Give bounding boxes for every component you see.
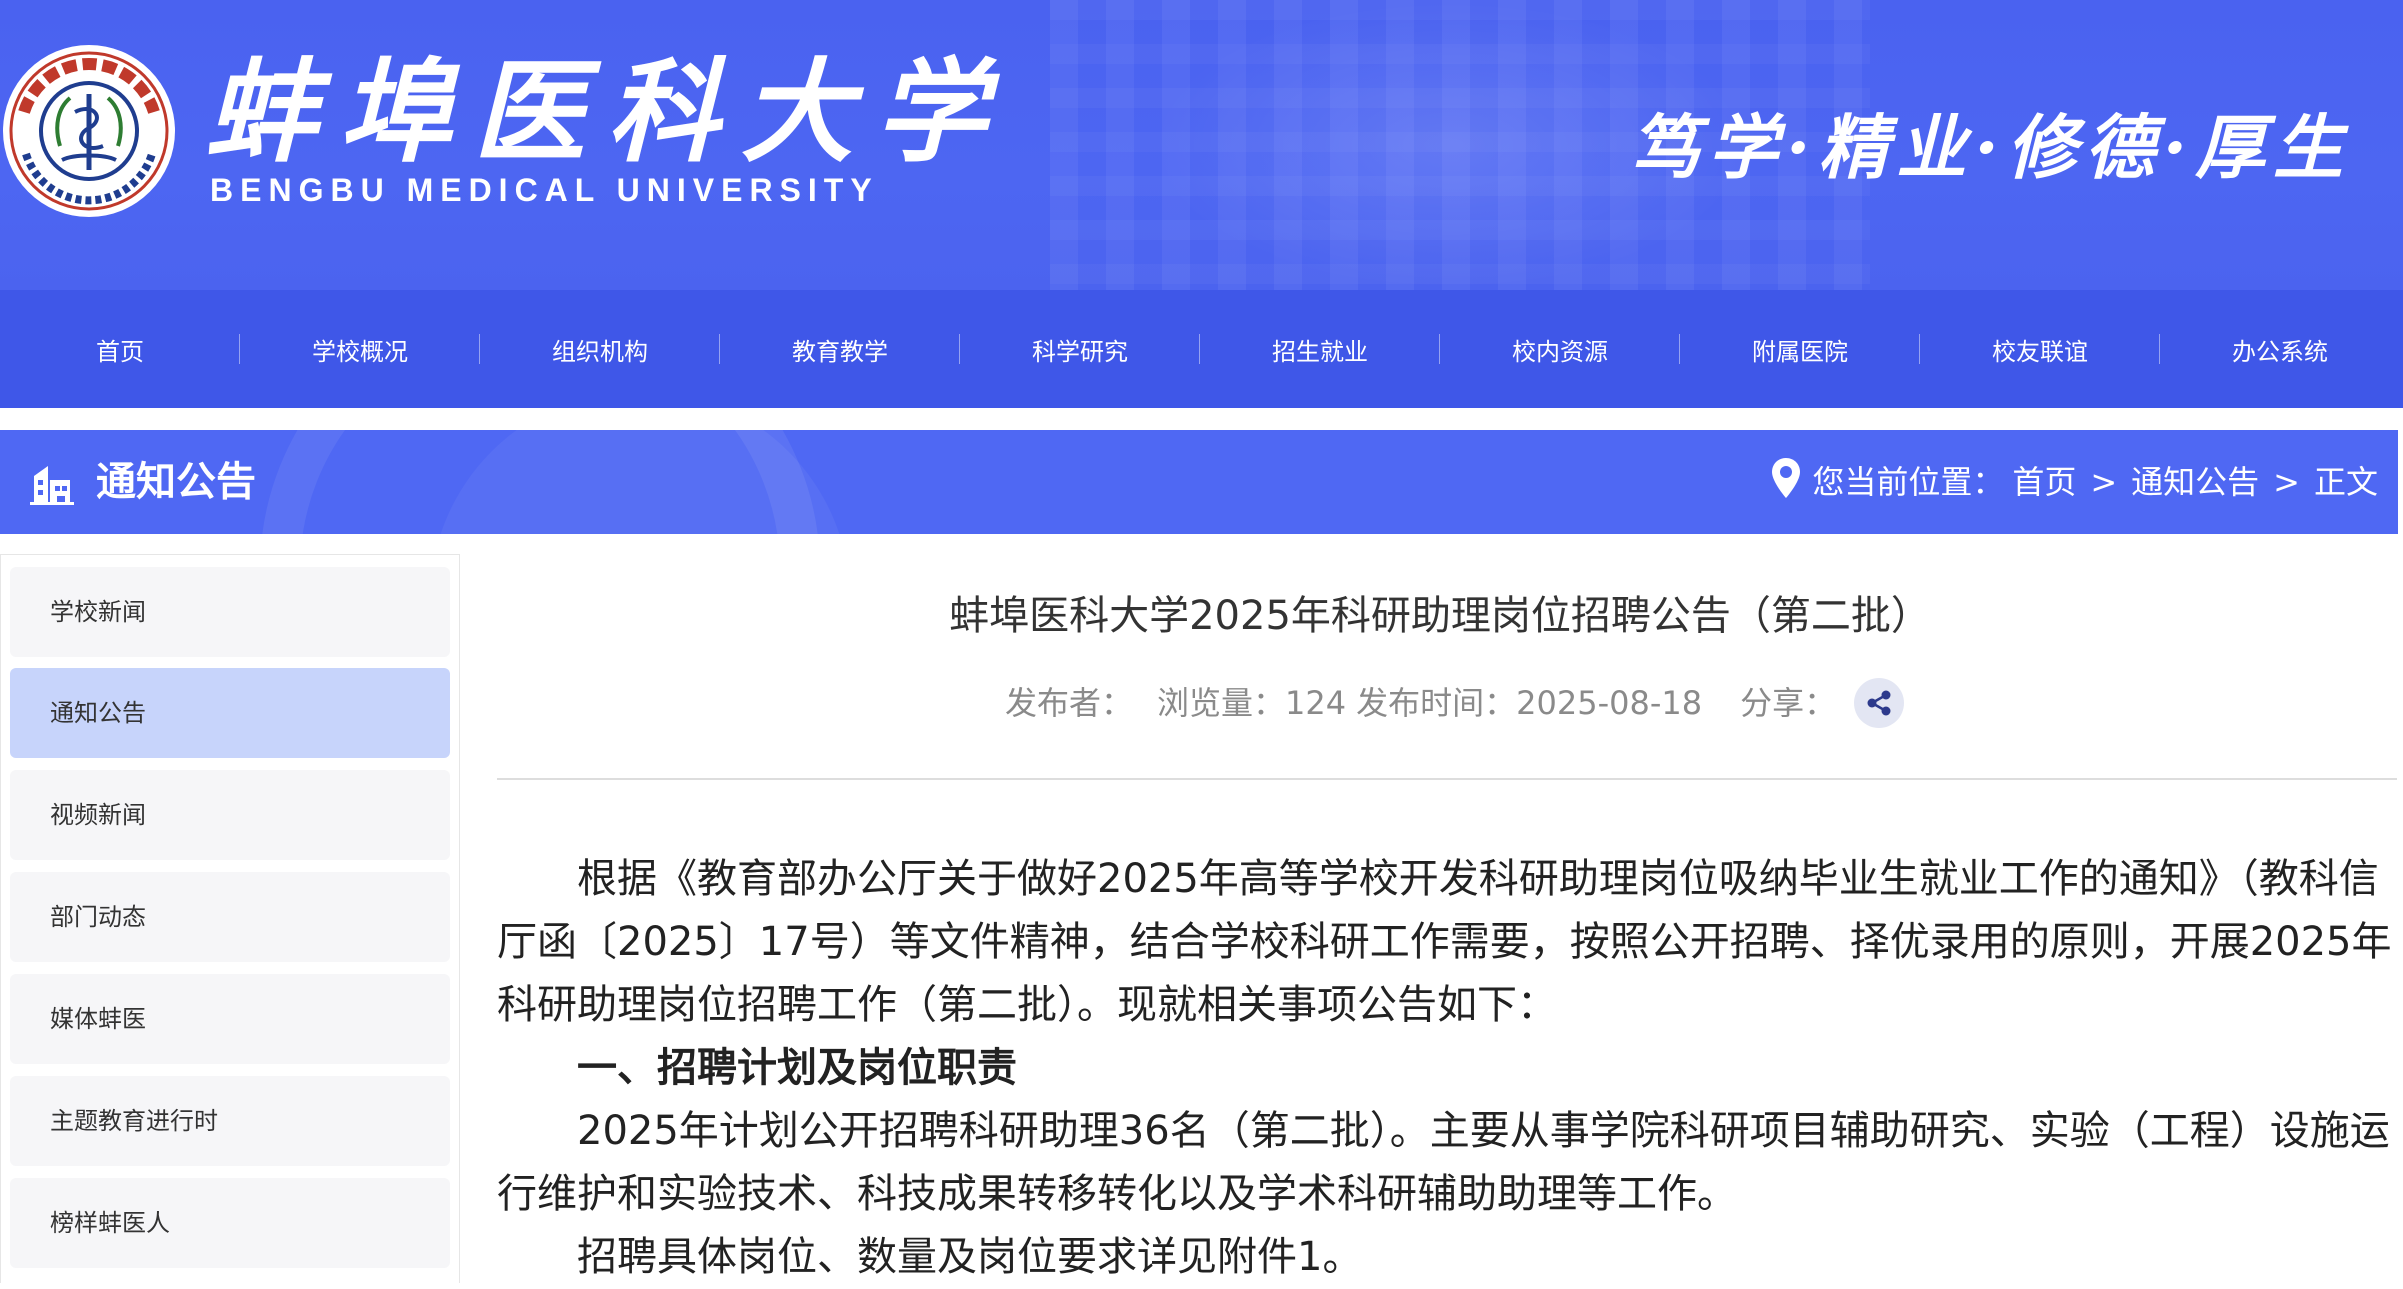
nav-item-alumni[interactable]: 校友联谊 [1920, 290, 2160, 408]
sidebar-item-theme-education[interactable]: 主题教育进行时 [10, 1076, 450, 1166]
sidebar-item-department-news[interactable]: 部门动态 [10, 872, 450, 962]
sidebar-item-notices[interactable]: 通知公告 [10, 668, 450, 758]
share-label: 分享： [1740, 684, 1837, 722]
views-count: 124 [1285, 684, 1347, 722]
main-nav: 首页 学校概况 组织机构 教育教学 科学研究 招生就业 校内资源 附属医院 校友… [0, 290, 2403, 408]
share-button[interactable] [1854, 678, 1905, 728]
date-label: 发布时间： [1356, 684, 1517, 722]
section-bar: 通知公告 您当前位置： 首页 > 通知公告 > 正文 [0, 430, 2398, 534]
nav-item-education[interactable]: 教育教学 [720, 290, 960, 408]
article-meta: 发布者： 浏览量： 124 发布时间： 2025-08-18 分享： [1005, 678, 1905, 728]
breadcrumb-home[interactable]: 首页 [2012, 460, 2076, 504]
publish-date: 2025-08-18 [1516, 684, 1703, 722]
sidebar-item-school-news[interactable]: 学校新闻 [10, 567, 450, 657]
university-name-cn[interactable]: 蚌埠医科大学 [205, 48, 1009, 178]
section-title: 通知公告 [96, 459, 256, 505]
article-body: 根据《教育部办公厅关于做好2025年高等学校开发科研助理岗位吸纳毕业生就业工作的… [497, 848, 2397, 1289]
breadcrumb-notices[interactable]: 通知公告 [2131, 460, 2259, 504]
sidebar-item-role-models[interactable]: 榜样蚌医人 [10, 1178, 450, 1268]
breadcrumb-current: 正文 [2313, 463, 2378, 501]
nav-item-organization[interactable]: 组织机构 [480, 290, 720, 408]
breadcrumb-separator: > [2273, 463, 2300, 501]
publisher-label: 发布者： [1005, 684, 1134, 722]
article-paragraph: 招聘具体岗位、数量及岗位要求详见附件1。 [577, 1234, 1363, 1280]
article-paragraph: 2025年计划公开招聘科研助理36名（第二批）。主要从事学院科研项目辅助研究、实… [497, 1108, 2390, 1217]
breadcrumb-label: 您当前位置： [1812, 463, 2005, 501]
article-divider [497, 778, 2397, 780]
nav-gap [0, 408, 2403, 430]
sidebar-item-media[interactable]: 媒体蚌医 [10, 974, 450, 1064]
nav-item-research[interactable]: 科学研究 [960, 290, 1200, 408]
views-label: 浏览量： [1157, 684, 1286, 722]
breadcrumb-separator: > [2090, 463, 2118, 501]
sidebar: 学校新闻 通知公告 视频新闻 部门动态 媒体蚌医 主题教育进行时 榜样蚌医人 [0, 554, 460, 1283]
nav-item-hospitals[interactable]: 附属医院 [1680, 290, 1920, 408]
university-seal-icon[interactable] [0, 42, 178, 220]
nav-item-admissions[interactable]: 招生就业 [1200, 290, 1440, 408]
site-header: 蚌埠医科大学 BENGBU MEDICAL UNIVERSITY 笃学·精业·修… [0, 0, 2403, 290]
article-title: 蚌埠医科大学2025年科研助理岗位招聘公告（第二批） [949, 593, 1931, 639]
nav-item-office-system[interactable]: 办公系统 [2160, 290, 2400, 408]
building-icon [30, 466, 74, 505]
article-paragraph: 根据《教育部办公厅关于做好2025年高等学校开发科研助理岗位吸纳毕业生就业工作的… [497, 856, 2392, 1028]
nav-item-home[interactable]: 首页 [0, 290, 240, 408]
share-icon [1867, 690, 1891, 716]
nav-item-about[interactable]: 学校概况 [240, 290, 480, 408]
nav-item-resources[interactable]: 校内资源 [1440, 290, 1680, 408]
sidebar-item-video-news[interactable]: 视频新闻 [10, 770, 450, 860]
university-motto: 笃学·精业·修德·厚生 [1630, 106, 2352, 189]
location-pin-icon [1772, 458, 1800, 498]
university-name-en[interactable]: BENGBU MEDICAL UNIVERSITY [210, 172, 879, 209]
article-heading: 一、招聘计划及岗位职责 [577, 1045, 1017, 1091]
breadcrumb: 您当前位置： 首页 > 通知公告 > 正文 [1812, 460, 2378, 504]
